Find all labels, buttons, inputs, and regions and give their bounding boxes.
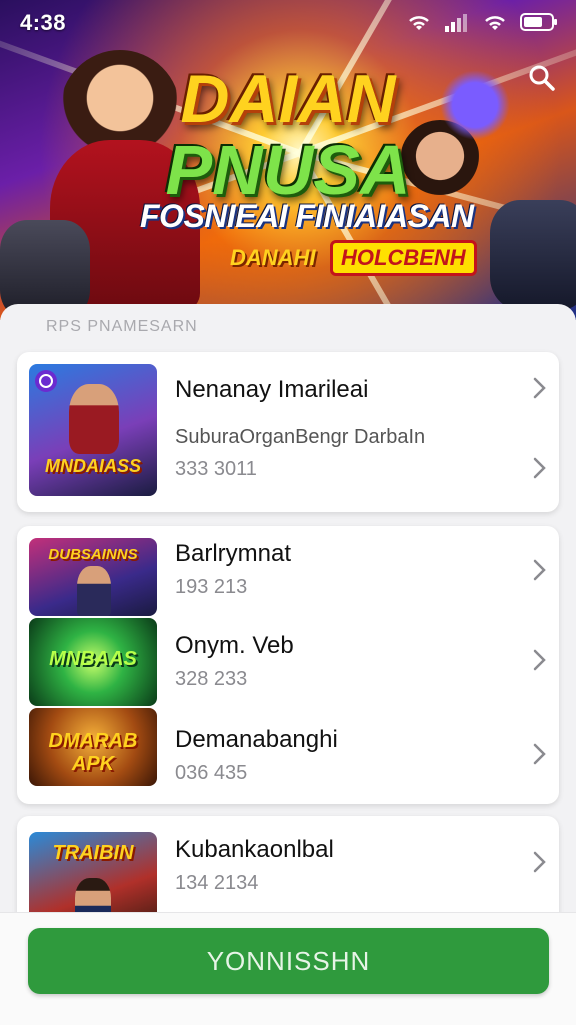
app-subtitle: SuburaOrganBengr DarbaIn [175, 426, 426, 448]
section-label: RPS PNAMESARN [46, 318, 198, 335]
thumbnail-text: DMARAB APK [48, 730, 138, 775]
thumbnail-text: MNBAAS [49, 648, 137, 670]
search-icon [528, 64, 556, 97]
hero-badge-left: DANAHI [230, 245, 316, 270]
signal-icon [444, 12, 470, 32]
creature-image [490, 200, 576, 310]
app-title: Demanabanghi [175, 726, 338, 753]
status-bar: 4:38 [0, 0, 576, 44]
character-image [77, 566, 111, 616]
search-button[interactable] [522, 60, 562, 100]
app-number: 134 2134 [175, 872, 259, 894]
app-thumbnail[interactable]: DMARAB APK [29, 708, 157, 786]
app-title: Barlrymnat [175, 540, 292, 567]
app-number: 333 3011 [175, 458, 257, 480]
chevron-right-icon[interactable] [529, 558, 549, 582]
primary-action-button[interactable]: YONNISSHN [28, 928, 549, 994]
status-icons [406, 12, 558, 32]
app-thumbnail[interactable]: DUBSAINNS [29, 538, 157, 616]
chevron-right-icon[interactable] [529, 850, 549, 874]
app-card[interactable]: DUBSAINNS Barlrymnat 193 213 MNBAAS Onym… [17, 526, 559, 804]
app-number: 328 233 [175, 668, 248, 690]
wifi-icon [406, 12, 432, 32]
thumbnail-text: TRAIBIN [52, 842, 134, 864]
app-title: Nenanay Imarileai [175, 376, 369, 403]
app-thumbnail[interactable]: MNDAIASS [29, 364, 157, 496]
status-time: 4:38 [20, 10, 67, 35]
hero-title-line1: DAIAN [180, 61, 396, 137]
hero-banner: DAIAN PNUSA FOSNIEAI FINIAIASAN DANAHI H… [0, 0, 576, 320]
thumbnail-text: MNDAIASS [44, 456, 141, 476]
app-title: Kubankaonlbal [175, 836, 334, 863]
battery-icon [520, 12, 558, 32]
chevron-right-icon[interactable] [529, 456, 549, 480]
app-card[interactable]: MNDAIASS Nenanay Imarileai SuburaOrganBe… [17, 352, 559, 512]
app-number: 036 435 [175, 762, 248, 784]
hero-badge-right: HOLCBENH [330, 240, 477, 276]
wifi-icon [482, 12, 508, 32]
app-number: 193 213 [175, 576, 248, 598]
thumbnail-text: DUBSAINNS [48, 546, 138, 563]
app-thumbnail[interactable]: MNBAAS [29, 618, 157, 706]
chevron-right-icon[interactable] [529, 742, 549, 766]
hero-subtitle: FOSNIEAI FINIAIASAN [140, 198, 474, 234]
app-title: Onym. Veb [175, 632, 294, 659]
character-image [69, 384, 119, 454]
chevron-right-icon[interactable] [529, 376, 549, 400]
chevron-right-icon[interactable] [529, 648, 549, 672]
play-icon [35, 370, 57, 392]
